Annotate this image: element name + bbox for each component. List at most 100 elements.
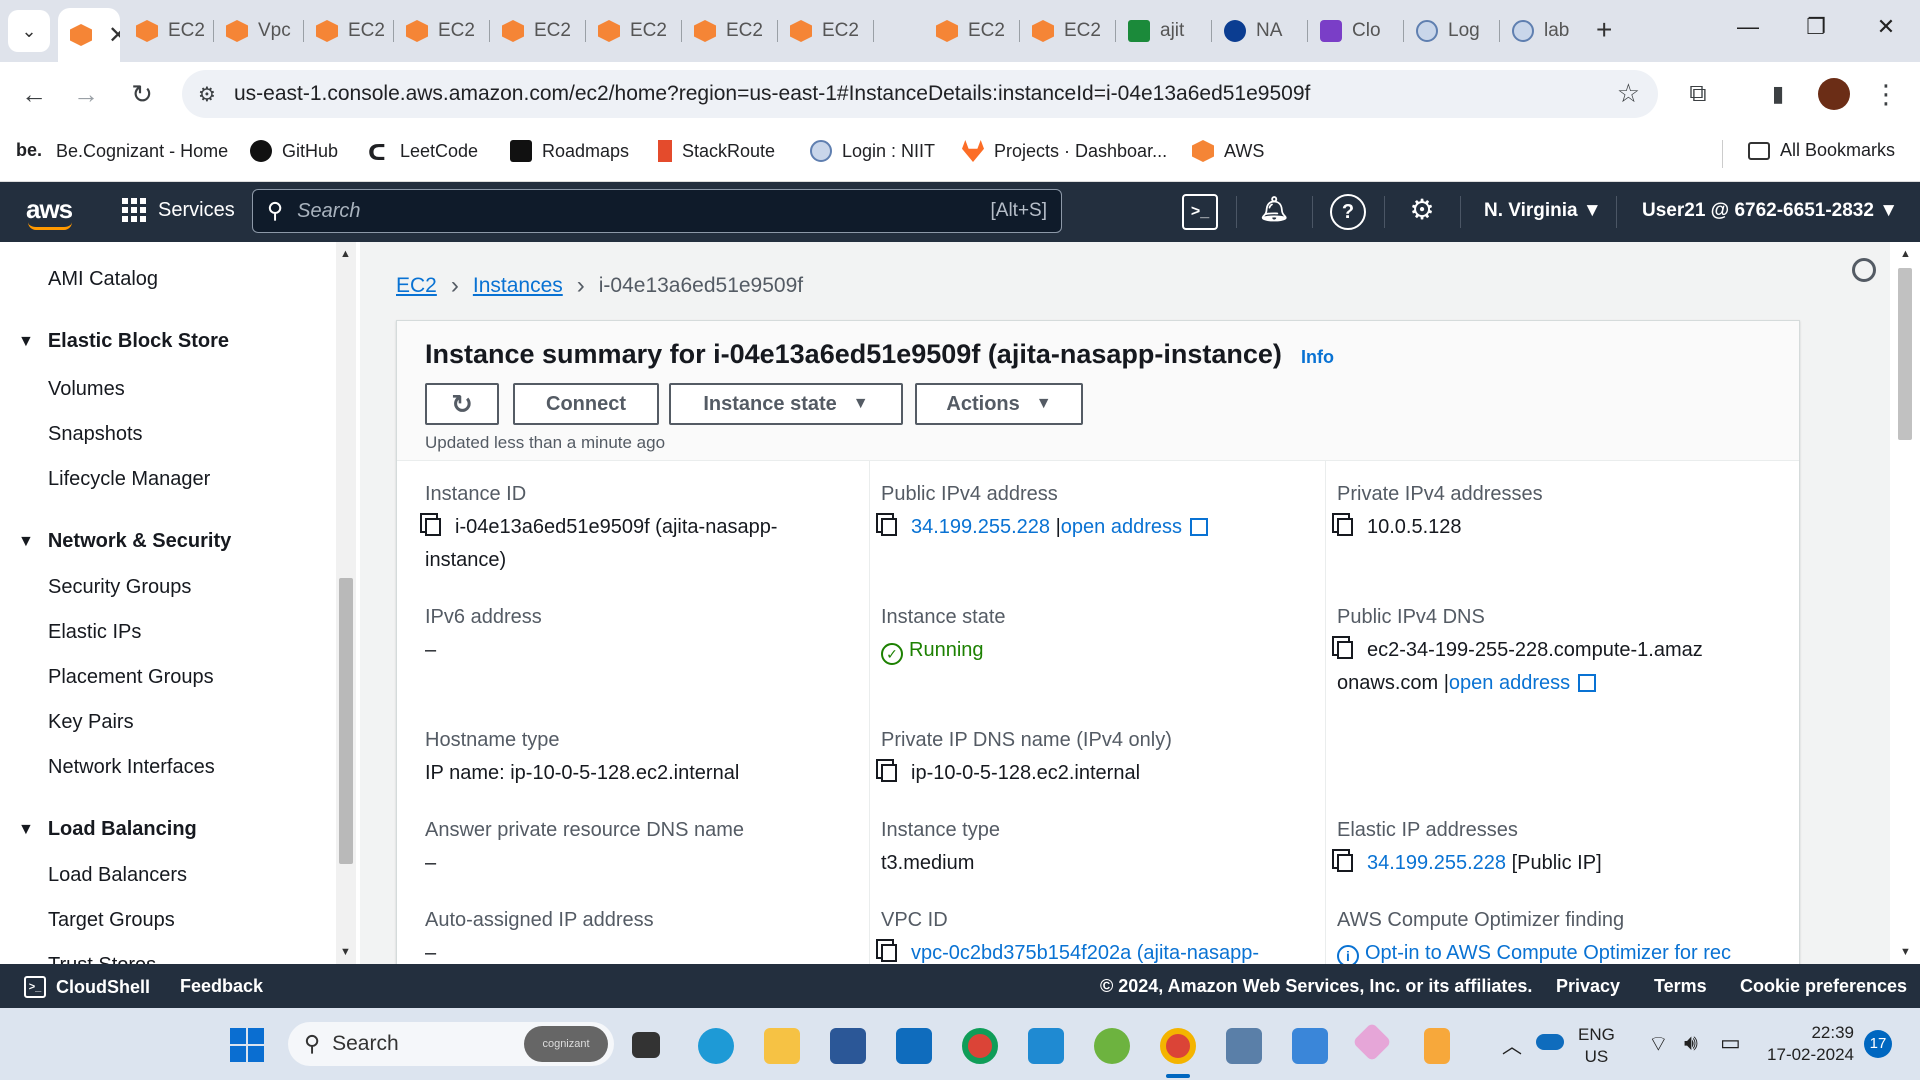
profile-avatar[interactable]: [1818, 78, 1850, 110]
sidebar-section-load-balancing[interactable]: ▼ Load Balancing: [18, 818, 197, 841]
public-ipv4-link[interactable]: 34.199.255.228: [911, 516, 1050, 538]
copy-icon[interactable]: [1337, 641, 1353, 659]
draw-tool-icon[interactable]: [1424, 1028, 1450, 1064]
main-scroll-thumb[interactable]: [1898, 268, 1912, 440]
sidebar-item-key-pairs[interactable]: Key Pairs: [48, 711, 134, 734]
sidebar-item-network-interfaces[interactable]: Network Interfaces: [48, 756, 215, 779]
menu-icon[interactable]: ⋮: [1868, 76, 1904, 112]
bookmark-aws[interactable]: AWS: [1192, 140, 1264, 162]
vpc-id-link[interactable]: vpc-0c2bd375b154f202a (ajita-nasapp-: [911, 942, 1259, 964]
bookmark-star-icon[interactable]: ☆: [1617, 78, 1640, 109]
cloudshell-button[interactable]: >_ CloudShell: [24, 976, 150, 998]
tab[interactable]: Log: [1404, 10, 1500, 52]
feedback-link[interactable]: Feedback: [180, 976, 263, 997]
tab[interactable]: Clo: [1308, 10, 1404, 52]
aws-logo[interactable]: aws: [26, 194, 73, 225]
scroll-up-arrow[interactable]: ▲: [1900, 248, 1911, 260]
refresh-button[interactable]: ↻: [425, 383, 499, 425]
spring-tool-icon[interactable]: [1094, 1028, 1130, 1064]
language-indicator[interactable]: ENG US: [1578, 1024, 1615, 1068]
open-address-link[interactable]: open address: [1449, 672, 1570, 694]
actions-dropdown[interactable]: Actions ▼: [915, 383, 1083, 425]
site-info-icon[interactable]: ⚙: [198, 82, 216, 107]
tab[interactable]: EC2: [682, 10, 778, 52]
copy-icon[interactable]: [881, 944, 897, 962]
tab[interactable]: EC2: [1020, 10, 1116, 52]
sidebar-item-target-groups[interactable]: Target Groups: [48, 909, 175, 932]
tab[interactable]: EC2: [778, 10, 874, 52]
sidebar-section-elastic-block-store[interactable]: ▼ Elastic Block Store: [18, 330, 229, 353]
copy-icon[interactable]: [1337, 518, 1353, 536]
bookmark-github[interactable]: GitHub: [250, 140, 338, 162]
minimize-button[interactable]: —: [1728, 14, 1768, 40]
copy-icon[interactable]: [425, 518, 441, 536]
reload-button[interactable]: ↻: [124, 76, 160, 112]
breadcrumb-instances-link[interactable]: Instances: [473, 274, 563, 298]
bookmark-niit[interactable]: Login : NIIT: [810, 140, 935, 162]
sidebar-item-elastic-ips[interactable]: Elastic IPs: [48, 621, 141, 644]
wifi-icon[interactable]: ⌔: [1648, 1030, 1669, 1058]
copy-icon[interactable]: [1337, 854, 1353, 872]
terms-link[interactable]: Terms: [1654, 976, 1707, 997]
region-selector[interactable]: N. Virginia ▼: [1484, 200, 1602, 222]
clock[interactable]: 22:39 17-02-2024: [1754, 1022, 1854, 1066]
sidebar-scroll-thumb[interactable]: [339, 578, 353, 864]
address-bar[interactable]: ⚙ us-east-1.console.aws.amazon.com/ec2/h…: [182, 70, 1658, 118]
sidebar-item-security-groups[interactable]: Security Groups: [48, 576, 191, 599]
sidebar-item-trust-stores[interactable]: Trust Stores: [48, 954, 156, 964]
elastic-ip-link[interactable]: 34.199.255.228: [1367, 852, 1506, 874]
new-tab-button[interactable]: +: [1596, 14, 1612, 46]
tab[interactable]: EC2: [924, 10, 1020, 52]
chrome-icon[interactable]: [962, 1028, 998, 1064]
task-view-icon[interactable]: [632, 1032, 660, 1058]
sidebar-item-placement-groups[interactable]: Placement Groups: [48, 666, 214, 689]
azure-data-studio-icon[interactable]: [1292, 1028, 1328, 1064]
tab[interactable]: EC2: [394, 10, 490, 52]
help-panel-icon[interactable]: [1852, 258, 1876, 282]
notifications-bell-icon[interactable]: 🔔︎: [1256, 194, 1292, 230]
chrome-profile-icon[interactable]: [1160, 1028, 1196, 1064]
edge-icon[interactable]: [698, 1028, 734, 1064]
tab[interactable]: EC2: [490, 10, 586, 52]
bookmark-stackroute[interactable]: StackRoute: [658, 140, 775, 162]
help-icon[interactable]: ?: [1330, 194, 1366, 230]
services-menu-button[interactable]: Services: [122, 198, 235, 222]
notification-badge[interactable]: 17: [1864, 1030, 1892, 1058]
bookmark-roadmaps[interactable]: Roadmaps: [510, 140, 629, 162]
sidebar-section-network-security[interactable]: ▼ Network & Security: [18, 530, 231, 553]
all-bookmarks-button[interactable]: All Bookmarks: [1748, 140, 1895, 161]
optimizer-opt-in-link[interactable]: Opt-in to AWS Compute Optimizer for rec: [1365, 942, 1731, 964]
taskbar-search[interactable]: ⚲ Search cognizant: [288, 1022, 614, 1066]
tab[interactable]: EC2: [586, 10, 682, 52]
info-link[interactable]: Info: [1301, 347, 1334, 368]
tab[interactable]: ajit: [1116, 10, 1212, 52]
extensions-icon[interactable]: ⧉: [1680, 76, 1716, 112]
ssms-icon[interactable]: [1226, 1028, 1262, 1064]
breadcrumb-ec2-link[interactable]: EC2: [396, 274, 437, 298]
sidebar-item-snapshots[interactable]: Snapshots: [48, 423, 143, 446]
bookmark-be-cognizant[interactable]: be. Be.Cognizant - Home: [16, 140, 228, 162]
sidebar-item-lifecycle-manager[interactable]: Lifecycle Manager: [48, 468, 210, 491]
cloudshell-icon[interactable]: >_: [1182, 194, 1218, 230]
close-window-button[interactable]: ✕: [1866, 14, 1906, 40]
account-menu[interactable]: User21 @ 6762-6651-2832 ▼: [1642, 200, 1898, 222]
onedrive-icon[interactable]: [1536, 1034, 1564, 1050]
vscode-icon[interactable]: [1028, 1028, 1064, 1064]
scroll-up-arrow[interactable]: ▲: [340, 248, 351, 260]
sidebar-item-load-balancers[interactable]: Load Balancers: [48, 864, 187, 887]
tab[interactable]: lab: [1500, 10, 1596, 52]
restore-button[interactable]: ❐: [1796, 14, 1836, 40]
instance-state-dropdown[interactable]: Instance state ▼: [669, 383, 903, 425]
volume-icon[interactable]: 🔊︎: [1684, 1030, 1698, 1056]
tab-search-button[interactable]: ⌄: [8, 10, 50, 52]
connect-button[interactable]: Connect: [513, 383, 659, 425]
tab[interactable]: EC2: [124, 10, 214, 52]
windows-start-icon[interactable]: [230, 1028, 264, 1062]
aws-search-input[interactable]: ⚲ Search [Alt+S]: [252, 189, 1062, 233]
settings-gear-icon[interactable]: ⚙: [1404, 194, 1440, 230]
tab-active[interactable]: ✕: [58, 8, 120, 62]
tray-overflow-chevron-icon[interactable]: ︿: [1502, 1030, 1522, 1059]
scroll-down-arrow[interactable]: ▼: [1900, 946, 1911, 958]
tab[interactable]: EC2: [304, 10, 394, 52]
tab[interactable]: Vpc: [214, 10, 304, 52]
